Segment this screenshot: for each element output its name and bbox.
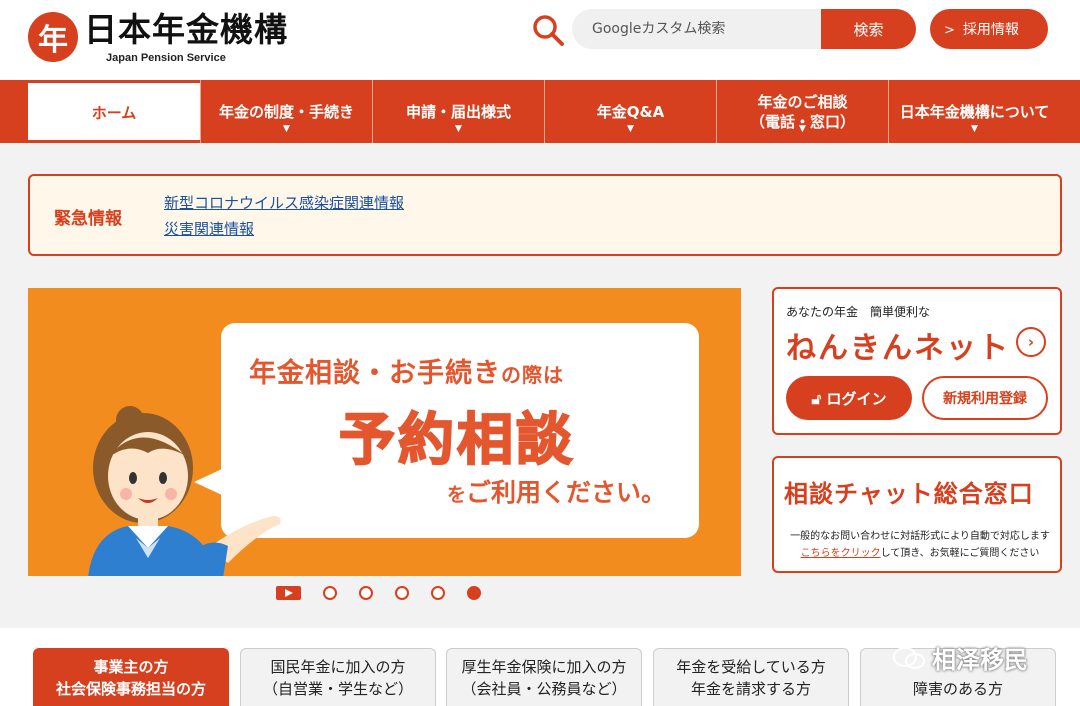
main-nav: ホーム 年金の制度・手続き ▼ 申請・届出様式 ▼ 年金Q&A ▼ 年金のご相談…: [0, 80, 1080, 143]
tab-employee-pension[interactable]: 厚生年金保険に加入の方 （会社員・公務員など）: [446, 648, 642, 706]
tab-employers[interactable]: 事業主の方 社会保険事務担当の方: [33, 648, 229, 706]
carousel-controls: [276, 586, 503, 600]
banner-line1-small: の際は: [501, 363, 564, 387]
tab-national-pension[interactable]: 国民年金に加入の方 （自営業・学生など）: [240, 648, 436, 706]
covid-info-link[interactable]: 新型コロナウイルス感染症関連情報: [164, 190, 404, 216]
site-header: 年 日本年金機構 Japan Pension Service 検索 > 採用情報: [0, 0, 1080, 80]
watermark: 相泽移民: [892, 640, 1028, 675]
chat-desc-line2: こちらをクリックして頂き、お気軽にご質問ください: [782, 545, 1058, 562]
nav-label: ホーム: [91, 104, 137, 122]
nav-item-forms[interactable]: 申請・届出様式 ▼: [372, 80, 544, 143]
caret-down-icon: ▼: [971, 124, 978, 134]
site-logo[interactable]: 年 日本年金機構 Japan Pension Service: [28, 10, 288, 64]
lock-icon: 🔓︎: [811, 389, 827, 408]
nav-item-home[interactable]: ホーム: [28, 80, 200, 143]
banner-headline: 予約相談: [338, 407, 575, 474]
staff-illustration: [88, 406, 281, 576]
emergency-links: 新型コロナウイルス感染症関連情報 災害関連情報: [164, 190, 404, 242]
tab-label-1: 厚生年金保険に加入の方: [461, 657, 627, 676]
search-button[interactable]: 検索: [821, 9, 916, 49]
carousel-dot-active[interactable]: [467, 586, 481, 600]
tab-label-2: 社会保険事務担当の方: [55, 679, 206, 698]
tab-label-1: 国民年金に加入の方: [270, 657, 406, 676]
search-input[interactable]: [572, 9, 824, 49]
banner-line3: をご利用ください。: [447, 473, 666, 509]
nenkin-net-title[interactable]: ねんきんネット: [786, 323, 1010, 367]
logo-mark-icon: 年: [28, 12, 78, 62]
caret-down-icon: ▼: [627, 124, 634, 134]
nav-item-consultation[interactable]: 年金のご相談 （電話・窓口） ▼: [716, 80, 888, 143]
nav-label: 年金のご相談: [757, 92, 848, 111]
login-button[interactable]: 🔓︎ ログイン: [786, 376, 912, 420]
logo-subtitle: Japan Pension Service: [106, 52, 226, 64]
tab-label-2: （会社員・公務員など）: [461, 679, 627, 698]
carousel-dot[interactable]: [323, 586, 337, 600]
tab-pension-recipients[interactable]: 年金を受給している方 年金を請求する方: [653, 648, 849, 706]
nenkin-net-card: あなたの年金 簡単便利な ねんきんネット › 🔓︎ ログイン 新規利用登録: [772, 287, 1062, 435]
banner-line1: 年金相談・お手続きの際は: [249, 351, 564, 390]
carousel-dot[interactable]: [395, 586, 409, 600]
recruit-label: 採用情報: [962, 22, 1019, 38]
banner-line3-big: ご利用ください。: [466, 478, 667, 507]
chat-desc-text: して頂き、お気軽にご質問ください: [880, 548, 1040, 559]
nenkin-net-subtitle: あなたの年金 簡単便利な: [786, 305, 931, 319]
tab-label-2: 障害のある方: [912, 679, 1003, 698]
caret-down-icon: ▼: [455, 124, 462, 134]
chat-desc-line1: 一般的なお問い合わせに対話形式により自動で対応します: [790, 531, 1050, 542]
tab-label-1: 年金を受給している方: [676, 657, 826, 676]
logo-title: 日本年金機構: [84, 10, 288, 49]
chevron-right-icon[interactable]: ›: [1016, 327, 1046, 357]
watermark-text: 相泽移民: [932, 646, 1028, 674]
caret-down-icon: ▼: [283, 124, 290, 134]
disaster-info-link[interactable]: 災害関連情報: [164, 216, 404, 242]
chevron-right-icon: >: [944, 23, 955, 38]
tab-label-2: 年金を請求する方: [690, 679, 811, 698]
wechat-icon: [893, 646, 925, 669]
tab-label-1: 事業主の方: [93, 657, 169, 676]
carousel-dot[interactable]: [359, 586, 373, 600]
chat-title: 相談チャット総合窓口: [784, 480, 1034, 508]
tab-label-2: （自営業・学生など）: [262, 679, 413, 698]
speech-bubble: 年金相談・お手続きの際は 予約相談 をご利用ください。: [221, 323, 699, 538]
emergency-info-box: 緊急情報 新型コロナウイルス感染症関連情報 災害関連情報: [28, 174, 1062, 256]
register-button[interactable]: 新規利用登録: [922, 376, 1048, 420]
nav-item-about[interactable]: 日本年金機構について ▼: [888, 80, 1060, 143]
banner-line1-big: 年金相談・お手続き: [249, 358, 501, 389]
chat-link[interactable]: こちらをクリック: [801, 548, 881, 559]
nav-item-qa[interactable]: 年金Q&A ▼: [544, 80, 716, 143]
chat-consultation-card[interactable]: 相談チャット総合窓口 一般的なお問い合わせに対話形式により自動で対応します こち…: [772, 456, 1062, 573]
carousel-dot[interactable]: [431, 586, 445, 600]
chat-description: 一般的なお問い合わせに対話形式により自動で対応します こちらをクリックして頂き、…: [782, 528, 1058, 562]
nav-item-system-procedures[interactable]: 年金の制度・手続き ▼: [200, 80, 372, 143]
emergency-title: 緊急情報: [54, 209, 122, 229]
caret-down-icon: ▼: [799, 124, 806, 134]
recruit-button[interactable]: > 採用情報: [930, 9, 1048, 49]
login-label: ログイン: [826, 389, 887, 408]
hero-banner[interactable]: 年金相談・お手続きの際は 予約相談 をご利用ください。: [28, 288, 741, 576]
play-button[interactable]: [276, 586, 301, 600]
logo-text: 日本年金機構 Japan Pension Service: [84, 10, 288, 64]
search-icon: [533, 15, 564, 46]
banner-line3-small: を: [447, 484, 467, 506]
